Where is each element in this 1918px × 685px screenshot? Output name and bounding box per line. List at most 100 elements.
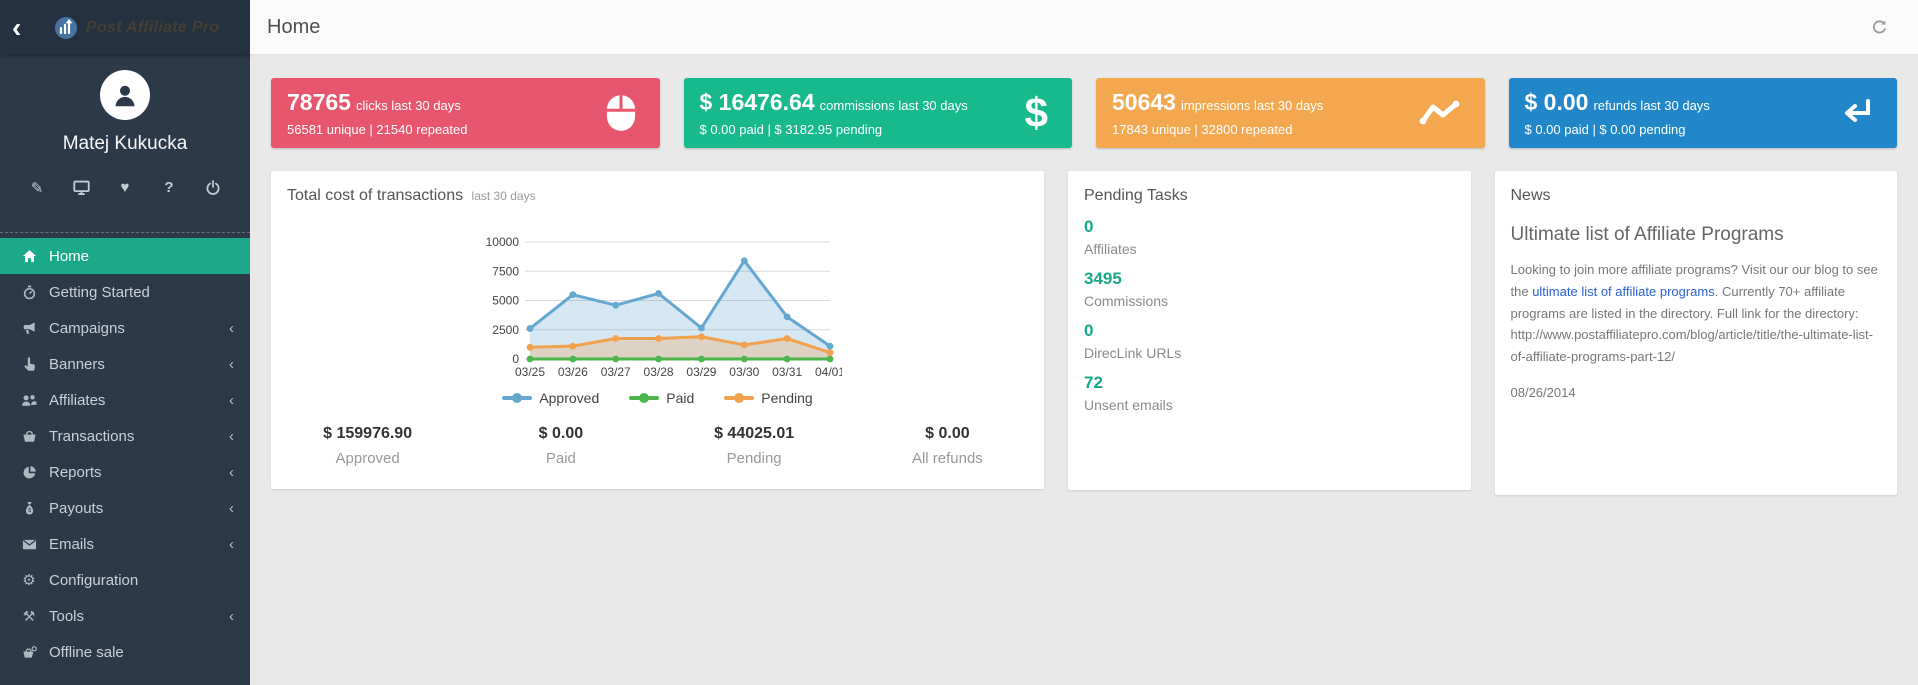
- chart-title-row: Total cost of transactions last 30 days: [287, 187, 1028, 205]
- chevron-left-icon: ‹: [229, 608, 234, 625]
- home-icon: [20, 249, 38, 264]
- power-icon[interactable]: [205, 179, 222, 196]
- health-icon[interactable]: ♥: [117, 179, 134, 196]
- task-count-link[interactable]: 0: [1084, 217, 1093, 237]
- envelope-icon: [20, 537, 38, 552]
- legend-item-paid[interactable]: Paid: [629, 390, 694, 406]
- total-approved: $ 159976.90 Approved: [271, 425, 464, 467]
- news-article-title: Ultimate list of Affiliate Programs: [1511, 224, 1882, 246]
- task-label: Commissions: [1084, 293, 1455, 309]
- sidebar-item-home[interactable]: Home ‹: [0, 238, 250, 274]
- sidebar-item-label: Reports: [49, 464, 229, 481]
- stat-subline: 17843 unique | 32800 repeated: [1112, 122, 1469, 137]
- sidebar-item-configuration[interactable]: ⚙ Configuration ‹: [0, 562, 250, 598]
- task-label: Unsent emails: [1084, 397, 1455, 413]
- sidebar-item-payouts[interactable]: $ Payouts ‹: [0, 490, 250, 526]
- sidebar-item-reports[interactable]: Reports ‹: [0, 454, 250, 490]
- sidebar-item-label: Emails: [49, 536, 229, 553]
- transactions-chart-panel: Total cost of transactions last 30 days …: [271, 171, 1044, 489]
- sidebar-item-label: Affiliates: [49, 392, 229, 409]
- dashboard-content: 78765 clicks last 30 days 56581 unique |…: [250, 55, 1918, 518]
- task-label: DirecLink URLs: [1084, 345, 1455, 361]
- basket-icon: [20, 429, 38, 444]
- desktop-icon[interactable]: [73, 179, 90, 196]
- pending-tasks-panel: Pending Tasks 0 Affiliates 3495 Commissi…: [1068, 171, 1471, 490]
- sidebar-menu: Home ‹ Getting Started ‹: [0, 233, 250, 670]
- chevron-left-icon: ‹: [229, 392, 234, 409]
- total-value: $ 0.00: [464, 425, 657, 443]
- commissions-stat-card[interactable]: $ 16476.64 commissions last 30 days $ 0.…: [684, 78, 1073, 148]
- sidebar-item-affiliates[interactable]: Affiliates ‹: [0, 382, 250, 418]
- total-paid: $ 0.00 Paid: [464, 425, 657, 467]
- svg-text:7500: 7500: [492, 264, 519, 278]
- task-count-link[interactable]: 3495: [1084, 269, 1122, 289]
- stat-subline: 56581 unique | 21540 repeated: [287, 122, 644, 137]
- legend-label: Paid: [666, 390, 694, 406]
- trend-icon: [1419, 100, 1461, 126]
- task-commissions: 3495 Commissions: [1084, 269, 1455, 309]
- stat-value: $ 0.00: [1525, 89, 1589, 116]
- sidebar: ‹ Post Affiliate Pro Matej Kukucka ✎: [0, 0, 250, 685]
- news-date: 08/26/2014: [1511, 385, 1882, 400]
- svg-text:03/31: 03/31: [772, 365, 802, 379]
- stat-description: impressions last 30 days: [1181, 98, 1323, 113]
- sidebar-item-label: Tools: [49, 608, 229, 625]
- total-label: Approved: [271, 450, 464, 467]
- legend-swatch: [502, 396, 532, 400]
- chevron-left-icon: ‹: [229, 500, 234, 517]
- app-logo-icon[interactable]: [54, 16, 78, 40]
- stat-value: $ 16476.64: [700, 89, 815, 116]
- gear-icon: ⚙: [20, 571, 38, 589]
- sidebar-item-label: Payouts: [49, 500, 229, 517]
- chevron-left-icon: ‹: [229, 356, 234, 373]
- sidebar-item-label: Banners: [49, 356, 229, 373]
- legend-swatch: [724, 396, 754, 400]
- task-count-link[interactable]: 72: [1084, 373, 1103, 393]
- clicks-stat-card[interactable]: 78765 clicks last 30 days 56581 unique |…: [271, 78, 660, 148]
- money-bag-icon: $: [20, 501, 38, 516]
- tools-icon: ⚒: [20, 608, 38, 625]
- total-label: Pending: [658, 450, 851, 467]
- sidebar-item-getting-started[interactable]: Getting Started ‹: [0, 274, 250, 310]
- page-title: Home: [267, 16, 320, 39]
- legend-item-approved[interactable]: Approved: [502, 390, 599, 406]
- legend-item-pending[interactable]: Pending: [724, 390, 812, 406]
- stat-description: refunds last 30 days: [1593, 98, 1709, 113]
- area-chart[interactable]: 02500500075001000003/2503/2603/2703/2803…: [474, 232, 842, 382]
- chevron-left-icon: ‹: [229, 536, 234, 553]
- impressions-stat-card[interactable]: 50643 impressions last 30 days 17843 uni…: [1096, 78, 1485, 148]
- task-affiliates: 0 Affiliates: [1084, 217, 1455, 257]
- sidebar-item-offline-sale[interactable]: Offline sale ‹: [0, 634, 250, 670]
- svg-text:2500: 2500: [492, 323, 519, 337]
- sidebar-item-banners[interactable]: Banners ‹: [0, 346, 250, 382]
- sidebar-item-tools[interactable]: ⚒ Tools ‹: [0, 598, 250, 634]
- svg-text:5000: 5000: [492, 294, 519, 308]
- news-link[interactable]: ultimate list of affiliate programs: [1532, 284, 1715, 299]
- pending-tasks-title: Pending Tasks: [1084, 187, 1455, 205]
- legend-label: Pending: [761, 390, 812, 406]
- hand-pointer-icon: [20, 357, 38, 372]
- sidebar-item-transactions[interactable]: Transactions ‹: [0, 418, 250, 454]
- sidebar-item-label: Offline sale: [49, 644, 229, 661]
- stat-card-row: 78765 clicks last 30 days 56581 unique |…: [271, 78, 1897, 148]
- svg-text:03/30: 03/30: [729, 365, 759, 379]
- sidebar-item-emails[interactable]: Emails ‹: [0, 526, 250, 562]
- user-avatar[interactable]: [100, 70, 150, 120]
- collapse-sidebar-button[interactable]: ‹: [12, 14, 54, 42]
- stat-subline: $ 0.00 paid | $ 3182.95 pending: [700, 122, 1057, 137]
- refunds-stat-card[interactable]: $ 0.00 refunds last 30 days $ 0.00 paid …: [1509, 78, 1898, 148]
- chevron-left-icon: ‹: [229, 464, 234, 481]
- news-title: News: [1511, 187, 1882, 205]
- help-icon[interactable]: ?: [161, 179, 178, 196]
- chart-legend: Approved Paid Pending: [287, 390, 1028, 406]
- total-value: $ 0.00: [851, 425, 1044, 443]
- edit-icon[interactable]: ✎: [29, 179, 46, 196]
- sidebar-item-campaigns[interactable]: Campaigns ‹: [0, 310, 250, 346]
- refresh-icon[interactable]: [1871, 19, 1888, 36]
- total-all-refunds: $ 0.00 All refunds: [851, 425, 1044, 467]
- stat-subline: $ 0.00 paid | $ 0.00 pending: [1525, 122, 1882, 137]
- svg-text:03/28: 03/28: [643, 365, 673, 379]
- svg-text:03/25: 03/25: [514, 365, 544, 379]
- chart-totals-row: $ 159976.90 Approved $ 0.00 Paid $ 44025…: [271, 425, 1044, 467]
- task-count-link[interactable]: 0: [1084, 321, 1093, 341]
